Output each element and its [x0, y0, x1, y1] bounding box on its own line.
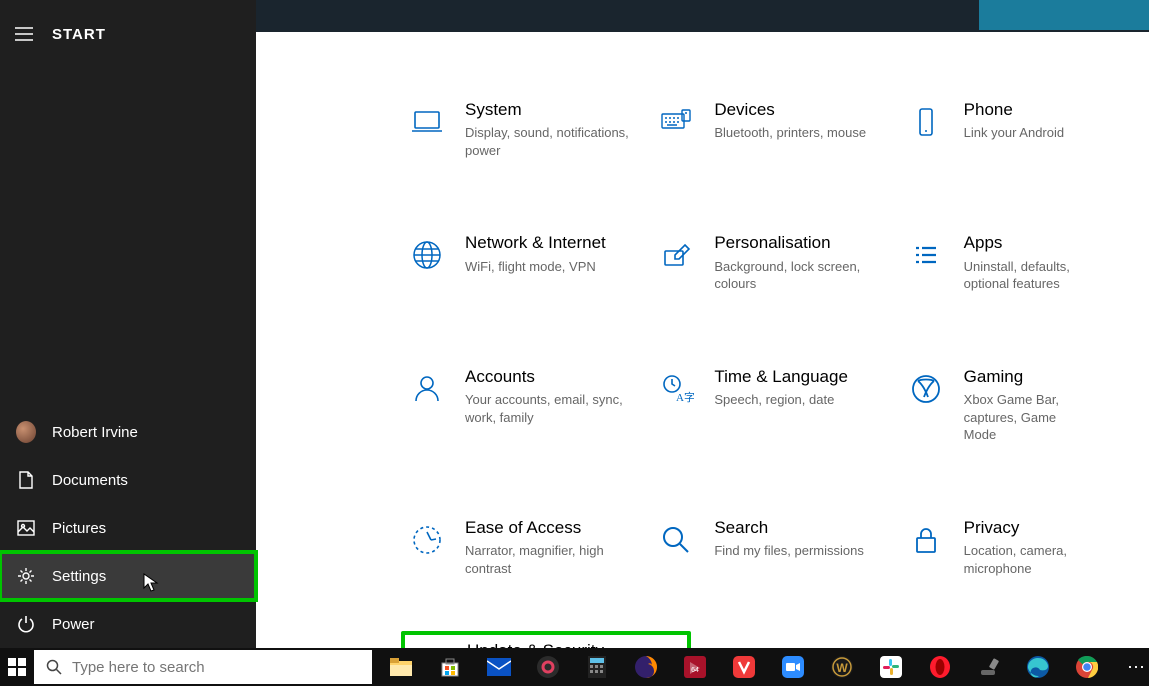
tile-desc: Uninstall, defaults, optional features: [964, 258, 1074, 293]
tile-title: Gaming: [964, 367, 1074, 387]
mail-icon[interactable]: [486, 654, 512, 680]
search-icon: [46, 659, 62, 675]
document-icon: [16, 470, 36, 490]
apps-list-icon: [904, 233, 948, 277]
file-explorer-icon[interactable]: [388, 654, 414, 680]
start-button[interactable]: [0, 648, 34, 686]
svg-text:W: W: [836, 661, 848, 675]
tile-title: Time & Language: [714, 367, 887, 387]
search-icon: [654, 518, 698, 562]
start-menu: START Robert Irvine Documents Pictures S…: [0, 0, 256, 648]
settings-window: System Display, sound, notifications, pow…: [256, 32, 1149, 648]
lock-icon: [904, 518, 948, 562]
user-avatar-icon: [16, 422, 36, 442]
zoom-icon[interactable]: [780, 654, 806, 680]
tile-privacy[interactable]: Privacy Location, camera, microphone: [900, 510, 1149, 601]
tile-network[interactable]: Network & Internet WiFi, flight mode, VPN: [401, 225, 650, 316]
tile-title: Apps: [964, 233, 1074, 253]
tile-desc: WiFi, flight mode, VPN: [465, 258, 638, 276]
power-icon: [16, 614, 36, 634]
start-menu-header: START: [0, 0, 256, 68]
taskbar: 64 W ⋯: [0, 648, 1149, 686]
tile-desc: Background, lock screen, colours: [714, 258, 887, 293]
tile-desc: Display, sound, notifications, power: [465, 124, 638, 159]
tool-icon[interactable]: [976, 654, 1002, 680]
tile-desc: Find my files, permissions: [714, 542, 887, 560]
calculator-icon[interactable]: [584, 654, 610, 680]
tile-desc: Narrator, magnifier, high contrast: [465, 542, 638, 577]
paint-icon: [654, 233, 698, 277]
tile-desc: Location, camera, microphone: [964, 542, 1074, 577]
tile-gaming[interactable]: Gaming Xbox Game Bar, captures, Game Mode: [900, 359, 1149, 468]
firefox-icon[interactable]: [633, 654, 659, 680]
phone-icon: [904, 100, 948, 144]
hamburger-icon[interactable]: [10, 20, 38, 48]
edge-icon[interactable]: [1025, 654, 1051, 680]
tile-desc: Speech, region, date: [714, 391, 887, 409]
tile-ease-of-access[interactable]: Ease of Access Narrator, magnifier, high …: [401, 510, 650, 601]
tile-desc: Bluetooth, printers, mouse: [714, 124, 887, 142]
app-red-icon[interactable]: 64: [682, 654, 708, 680]
tile-title: Personalisation: [714, 233, 887, 253]
tile-devices[interactable]: Devices Bluetooth, printers, mouse: [650, 92, 899, 183]
tile-desc: Xbox Game Bar, captures, Game Mode: [964, 391, 1074, 444]
start-item-label: Documents: [52, 472, 128, 489]
time-language-icon: A字: [654, 367, 698, 411]
start-item-pictures[interactable]: Pictures: [0, 504, 256, 552]
start-item-settings[interactable]: Settings: [0, 552, 256, 600]
tile-title: Ease of Access: [465, 518, 638, 538]
gear-icon: [16, 566, 36, 586]
taskbar-search[interactable]: [34, 650, 372, 684]
chrome-icon[interactable]: [1074, 654, 1100, 680]
microsoft-store-icon[interactable]: [437, 654, 463, 680]
start-menu-content: [0, 68, 256, 408]
start-menu-title: START: [52, 26, 106, 43]
xbox-icon: [904, 367, 948, 411]
tile-title: Accounts: [465, 367, 638, 387]
tile-apps[interactable]: Apps Uninstall, defaults, optional featur…: [900, 225, 1149, 316]
tile-title: Network & Internet: [465, 233, 638, 253]
tile-personalisation[interactable]: Personalisation Background, lock screen, …: [650, 225, 899, 316]
tile-time-language[interactable]: A字 Time & Language Speech, region, date: [650, 359, 899, 468]
tile-desc: Link your Android: [964, 124, 1074, 142]
start-user-name: Robert Irvine: [52, 424, 138, 441]
start-item-documents[interactable]: Documents: [0, 456, 256, 504]
start-item-power[interactable]: Power: [0, 600, 256, 648]
tile-desc: Your accounts, email, sync, work, family: [465, 391, 638, 426]
tile-title: Devices: [714, 100, 887, 120]
tile-update-security[interactable]: Update & SecurityWindows Update, recover…: [401, 631, 691, 648]
taskbar-app-icons: 64 W ⋯: [372, 648, 1149, 686]
search-input[interactable]: [72, 659, 360, 676]
tile-system[interactable]: System Display, sound, notifications, pow…: [401, 92, 650, 183]
title-bar-accent: [979, 0, 1149, 30]
opera-icon[interactable]: [927, 654, 953, 680]
start-item-label: Power: [52, 616, 95, 633]
browser-icon[interactable]: [535, 654, 561, 680]
keyboard-icon: [654, 100, 698, 144]
vivaldi-icon[interactable]: [731, 654, 757, 680]
laptop-icon: [405, 100, 449, 144]
tile-phone[interactable]: Phone Link your Android: [900, 92, 1149, 183]
start-item-label: Pictures: [52, 520, 106, 537]
tile-title: System: [465, 100, 638, 120]
start-user-account[interactable]: Robert Irvine: [0, 408, 256, 456]
tile-search[interactable]: Search Find my files, permissions: [650, 510, 899, 601]
person-icon: [405, 367, 449, 411]
tile-accounts[interactable]: Accounts Your accounts, email, sync, work…: [401, 359, 650, 468]
overflow-icon[interactable]: ⋯: [1123, 654, 1149, 680]
ease-of-access-icon: [405, 518, 449, 562]
tile-title: Phone: [964, 100, 1074, 120]
globe-icon: [405, 233, 449, 277]
tile-title: Privacy: [964, 518, 1074, 538]
warcraft-icon[interactable]: W: [829, 654, 855, 680]
tile-title: Search: [714, 518, 887, 538]
start-item-label: Settings: [52, 568, 106, 585]
slack-icon[interactable]: [878, 654, 904, 680]
image-icon: [16, 518, 36, 538]
settings-categories: System Display, sound, notifications, pow…: [256, 32, 1149, 648]
svg-text:A字: A字: [676, 390, 694, 404]
